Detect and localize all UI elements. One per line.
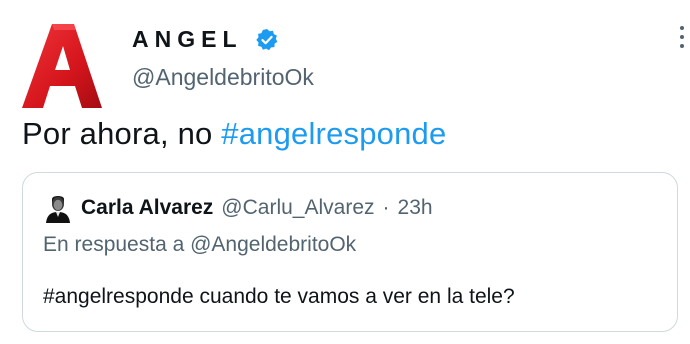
reply-context: En respuesta a @AngeldebritoOk	[43, 233, 357, 256]
author-name-row: ANGEL	[132, 26, 279, 53]
hashtag-link[interactable]: #angelresponde	[221, 116, 446, 151]
quoted-author-name[interactable]: Carla Alvarez	[81, 196, 213, 220]
verified-badge-icon	[255, 28, 279, 52]
author-avatar[interactable]	[20, 22, 104, 110]
quoted-author-handle[interactable]: @Carlu_Alvarez	[221, 196, 374, 220]
more-options-icon[interactable]	[670, 26, 690, 56]
quoted-tweet-timestamp[interactable]: 23h	[398, 196, 433, 220]
quoted-tweet-header: Carla Alvarez @Carlu_Alvarez · 23h	[43, 193, 433, 223]
author-handle[interactable]: @AngeldebritoOk	[132, 64, 314, 91]
quoted-author-avatar[interactable]	[43, 193, 73, 223]
separator-dot: ·	[382, 196, 390, 219]
profile-photo-icon	[43, 193, 73, 223]
tweet-text: Por ahora, no #angelresponde	[22, 116, 446, 152]
author-display-name[interactable]: ANGEL	[132, 26, 243, 53]
red-letter-a-logo-icon	[22, 24, 102, 108]
quoted-tweet-card[interactable]: Carla Alvarez @Carlu_Alvarez · 23h En re…	[22, 172, 678, 332]
tweet-text-prefix: Por ahora, no	[22, 116, 222, 151]
quoted-tweet-text: #angelresponde cuando te vamos a ver en …	[43, 285, 515, 308]
